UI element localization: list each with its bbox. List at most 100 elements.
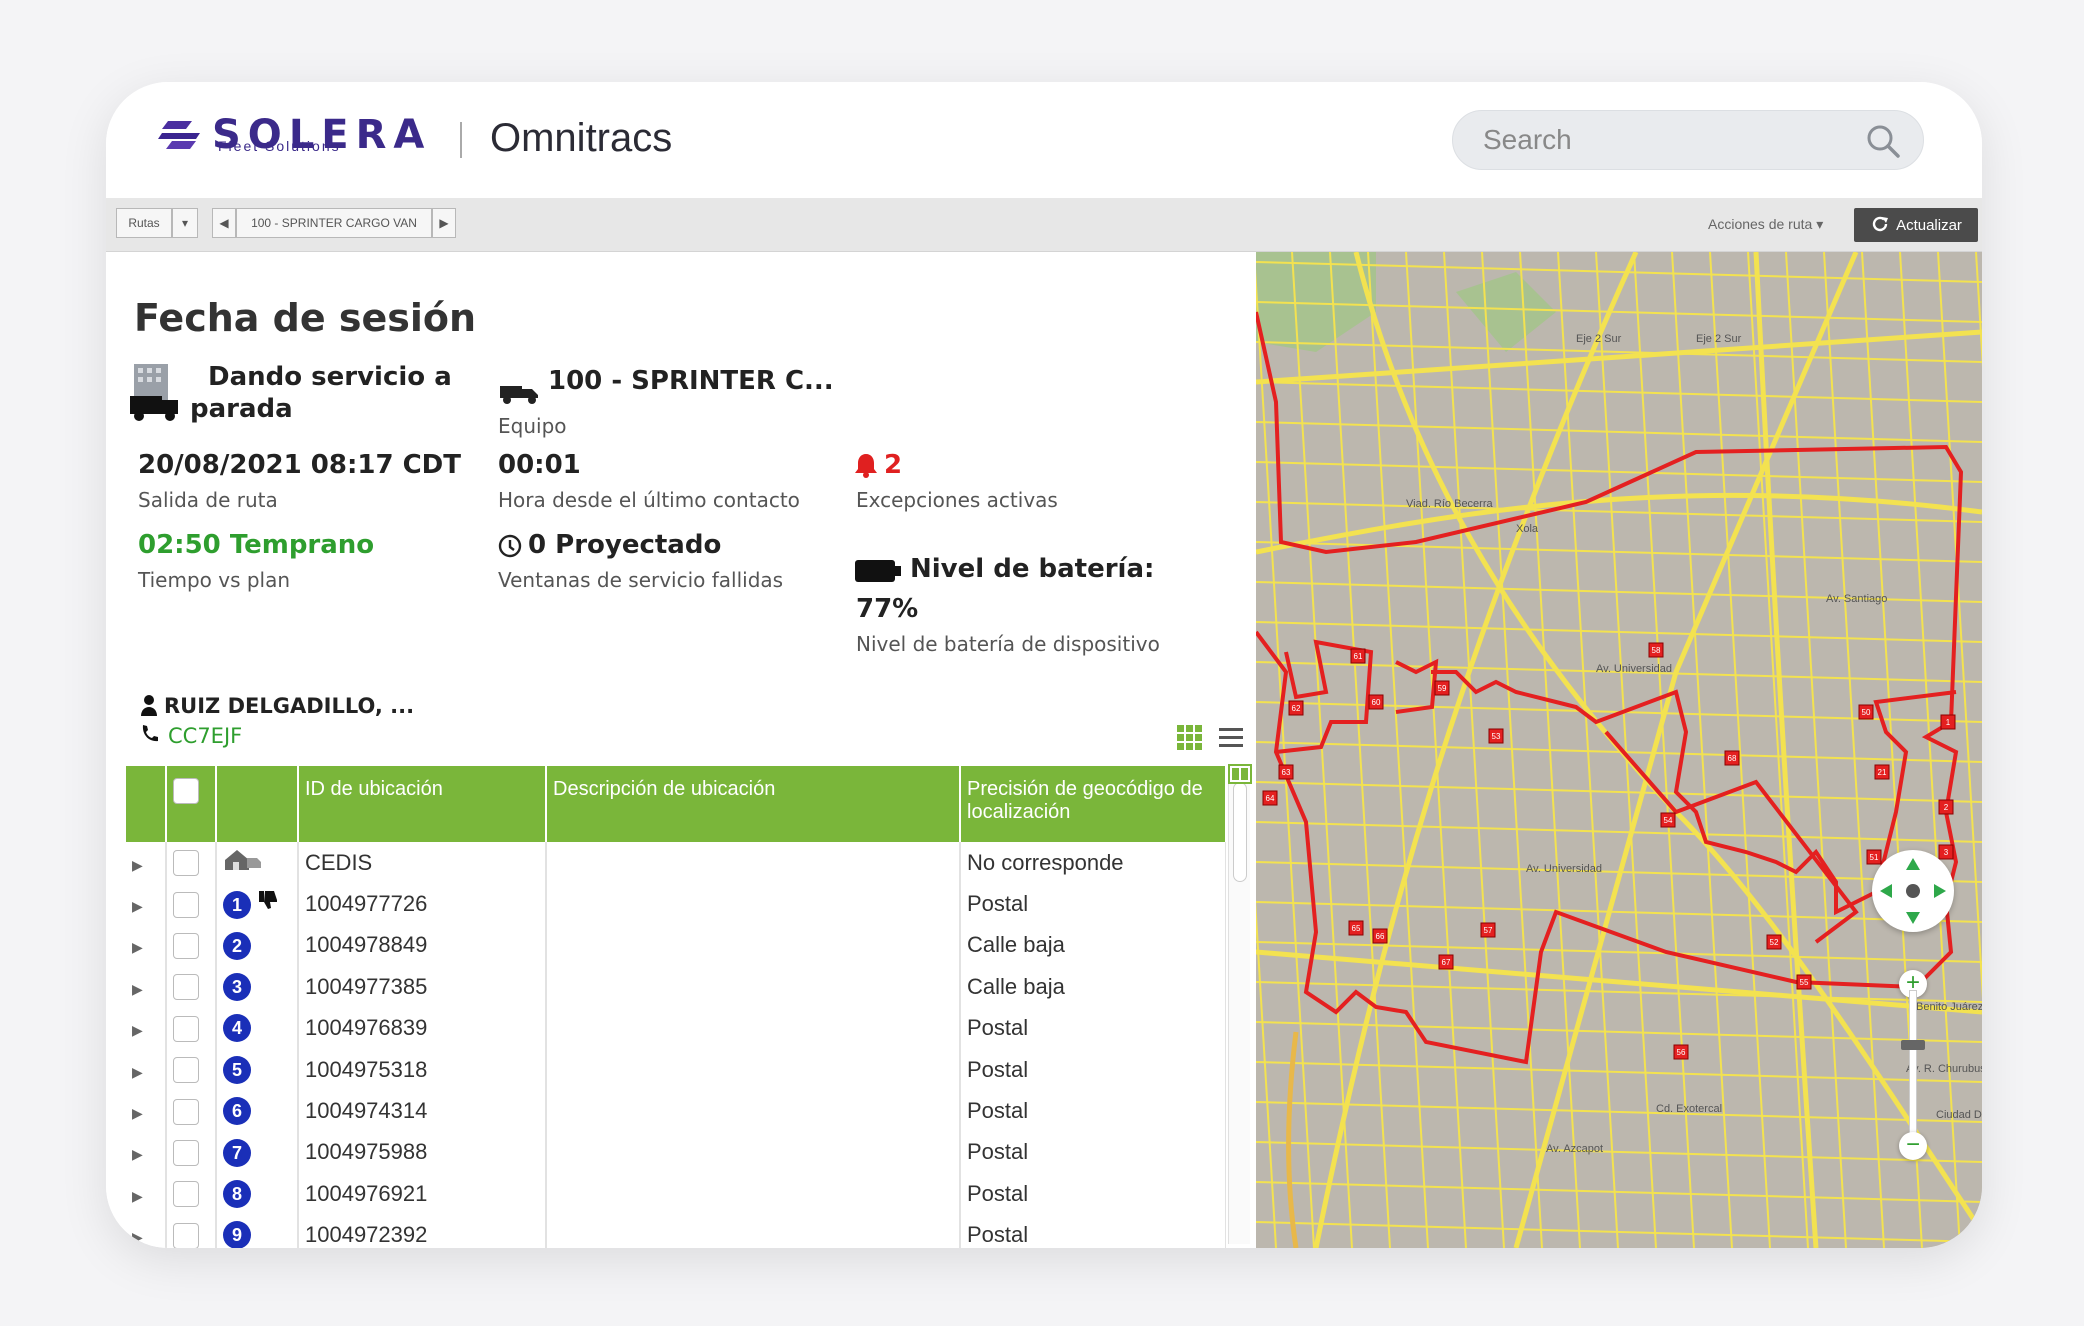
- geocode-precision-cell: Calle baja: [960, 924, 1226, 967]
- next-vehicle-icon[interactable]: ▶: [432, 208, 456, 238]
- search-box[interactable]: [1452, 110, 1924, 170]
- expand-row-icon[interactable]: ▶: [126, 1090, 167, 1132]
- location-id-cell: 1004977385: [298, 966, 547, 1008]
- expand-row-icon[interactable]: ▶: [126, 1007, 167, 1049]
- table-row[interactable]: ▶ 3 1004977385 Calle baja: [126, 966, 1226, 1008]
- expand-row-icon[interactable]: ▶: [126, 1173, 167, 1215]
- table-row[interactable]: ▶ 7 1004975988 Postal: [126, 1131, 1226, 1174]
- zoom-out-button[interactable]: −: [1899, 1132, 1927, 1160]
- map-pan-control[interactable]: [1872, 850, 1954, 932]
- route-stop-marker[interactable]: 55: [1796, 974, 1812, 990]
- table-row[interactable]: ▶ 2 1004978849 Calle baja: [126, 924, 1226, 967]
- list-view-icon[interactable]: [1218, 726, 1244, 750]
- route-stop-label: 63: [1282, 768, 1291, 777]
- expand-row-icon[interactable]: ▶: [126, 966, 167, 1008]
- table-header-row: ID de ubicación Descripción de ubicación…: [126, 766, 1226, 842]
- select-all-checkbox[interactable]: [173, 778, 199, 804]
- row-checkbox-cell: [166, 1090, 217, 1132]
- route-stop-marker[interactable]: 59: [1434, 680, 1450, 696]
- expand-row-icon[interactable]: ▶: [126, 1214, 167, 1248]
- route-stop-marker[interactable]: 53: [1488, 728, 1504, 744]
- grid-view-icon[interactable]: [1176, 724, 1204, 752]
- table-row[interactable]: ▶ 9 1004972392 Postal: [126, 1214, 1226, 1248]
- prev-vehicle-icon[interactable]: ◀: [212, 208, 236, 238]
- equipment-value[interactable]: 100 - SPRINTER C...: [548, 366, 834, 396]
- exceptions-value[interactable]: 2: [884, 450, 902, 480]
- search-icon[interactable]: [1865, 123, 1901, 159]
- driver-name[interactable]: RUIZ DELGADILLO, ...: [164, 694, 414, 718]
- route-stop-marker[interactable]: 50: [1858, 704, 1874, 720]
- row-checkbox[interactable]: [173, 974, 199, 1001]
- row-checkbox[interactable]: [173, 1098, 199, 1125]
- equipment-label: Equipo: [498, 414, 567, 438]
- vehicle-select[interactable]: 100 - SPRINTER CARGO VAN: [236, 208, 432, 238]
- route-stop-marker[interactable]: 62: [1288, 700, 1304, 716]
- route-stop-marker[interactable]: 2: [1938, 799, 1954, 815]
- expand-row-icon[interactable]: ▶: [126, 1048, 167, 1091]
- refresh-icon: [1872, 216, 1889, 232]
- search-input[interactable]: [1483, 121, 1843, 159]
- row-checkbox[interactable]: [173, 850, 199, 877]
- route-actions-menu[interactable]: Acciones de ruta ▾: [1708, 216, 1823, 233]
- row-checkbox[interactable]: [173, 1140, 199, 1167]
- route-stop-marker[interactable]: 66: [1372, 928, 1388, 944]
- route-stop-marker[interactable]: 64: [1262, 790, 1278, 806]
- route-stop-marker[interactable]: 68: [1724, 750, 1740, 766]
- table-row[interactable]: ▶ CEDIS No corresponde: [126, 842, 1226, 884]
- map-canvas[interactable]: 1232150515253545556575859606162636465666…: [1256, 252, 1982, 1248]
- solera-logo-icon: [158, 121, 200, 149]
- row-checkbox-cell: [166, 883, 217, 925]
- expand-row-icon[interactable]: ▶: [126, 924, 167, 967]
- brand-name: Omnitracs: [490, 116, 673, 160]
- route-stop-marker[interactable]: 65: [1348, 920, 1364, 936]
- route-stop-marker[interactable]: 63: [1278, 764, 1294, 780]
- location-description-cell: [546, 1048, 961, 1091]
- expand-row-icon[interactable]: ▶: [126, 1131, 167, 1174]
- location-id-cell: 1004975318: [298, 1048, 547, 1091]
- row-checkbox[interactable]: [173, 1222, 199, 1248]
- table-row[interactable]: ▶ 5 1004975318 Postal: [126, 1048, 1226, 1091]
- location-id-header[interactable]: ID de ubicación: [298, 766, 547, 842]
- route-stop-marker[interactable]: 54: [1660, 812, 1676, 828]
- row-checkbox[interactable]: [173, 1057, 199, 1084]
- expand-row-icon[interactable]: ▶: [126, 842, 167, 884]
- row-checkbox[interactable]: [173, 1015, 199, 1042]
- route-stop-marker[interactable]: 21: [1874, 764, 1890, 780]
- geocode-precision-cell: No corresponde: [960, 842, 1226, 884]
- row-checkbox-cell: [166, 924, 217, 967]
- route-stop-marker[interactable]: 52: [1766, 934, 1782, 950]
- route-stop-marker[interactable]: 58: [1648, 642, 1664, 658]
- table-row[interactable]: ▶ 1 1004977726 Postal: [126, 883, 1226, 925]
- columns-toggle-icon[interactable]: [1228, 764, 1252, 784]
- failed-windows-value: 0 Proyectado: [528, 530, 722, 560]
- expand-row-icon[interactable]: ▶: [126, 883, 167, 925]
- geocode-precision-header[interactable]: Precisión de geocódigo de localización: [960, 766, 1226, 842]
- route-map[interactable]: 1 2 3 21 50 51 52 53 54 55 56 57 58 59 60 61 62 63 64 65 66 6…: [1256, 252, 1982, 1248]
- zoom-slider-handle[interactable]: [1901, 1040, 1925, 1050]
- location-description-header[interactable]: Descripción de ubicación: [546, 766, 961, 842]
- route-stop-marker[interactable]: 57: [1480, 922, 1496, 938]
- route-stop-marker[interactable]: 56: [1673, 1044, 1689, 1060]
- stop-number-cell: 1: [216, 883, 299, 925]
- stop-number-badge: 3: [223, 972, 251, 1001]
- routes-select[interactable]: Rutas: [116, 208, 172, 238]
- row-checkbox[interactable]: [173, 933, 199, 960]
- zoom-slider[interactable]: [1909, 990, 1917, 1150]
- route-stop-marker[interactable]: 61: [1350, 648, 1366, 664]
- table-row[interactable]: ▶ 4 1004976839 Postal: [126, 1007, 1226, 1049]
- routes-dropdown-icon[interactable]: ▾: [172, 208, 198, 238]
- route-stop-marker[interactable]: 60: [1368, 694, 1384, 710]
- geocode-precision-cell: Postal: [960, 1048, 1226, 1091]
- route-stop-marker[interactable]: 1: [1940, 714, 1956, 730]
- status-line-1: Dando servicio a: [208, 362, 452, 392]
- driver-code[interactable]: CC7EJF: [168, 724, 242, 748]
- row-checkbox[interactable]: [173, 891, 199, 918]
- table-row[interactable]: ▶ 8 1004976921 Postal: [126, 1173, 1226, 1215]
- table-row[interactable]: ▶ 6 1004974314 Postal: [126, 1090, 1226, 1132]
- scrollbar-thumb[interactable]: [1233, 782, 1247, 882]
- row-checkbox[interactable]: [173, 1181, 199, 1208]
- pan-arrows-icon[interactable]: [1872, 850, 1954, 932]
- table-scrollbar[interactable]: [1228, 772, 1250, 1244]
- route-stop-marker[interactable]: 67: [1438, 954, 1454, 970]
- refresh-button[interactable]: Actualizar: [1854, 208, 1978, 242]
